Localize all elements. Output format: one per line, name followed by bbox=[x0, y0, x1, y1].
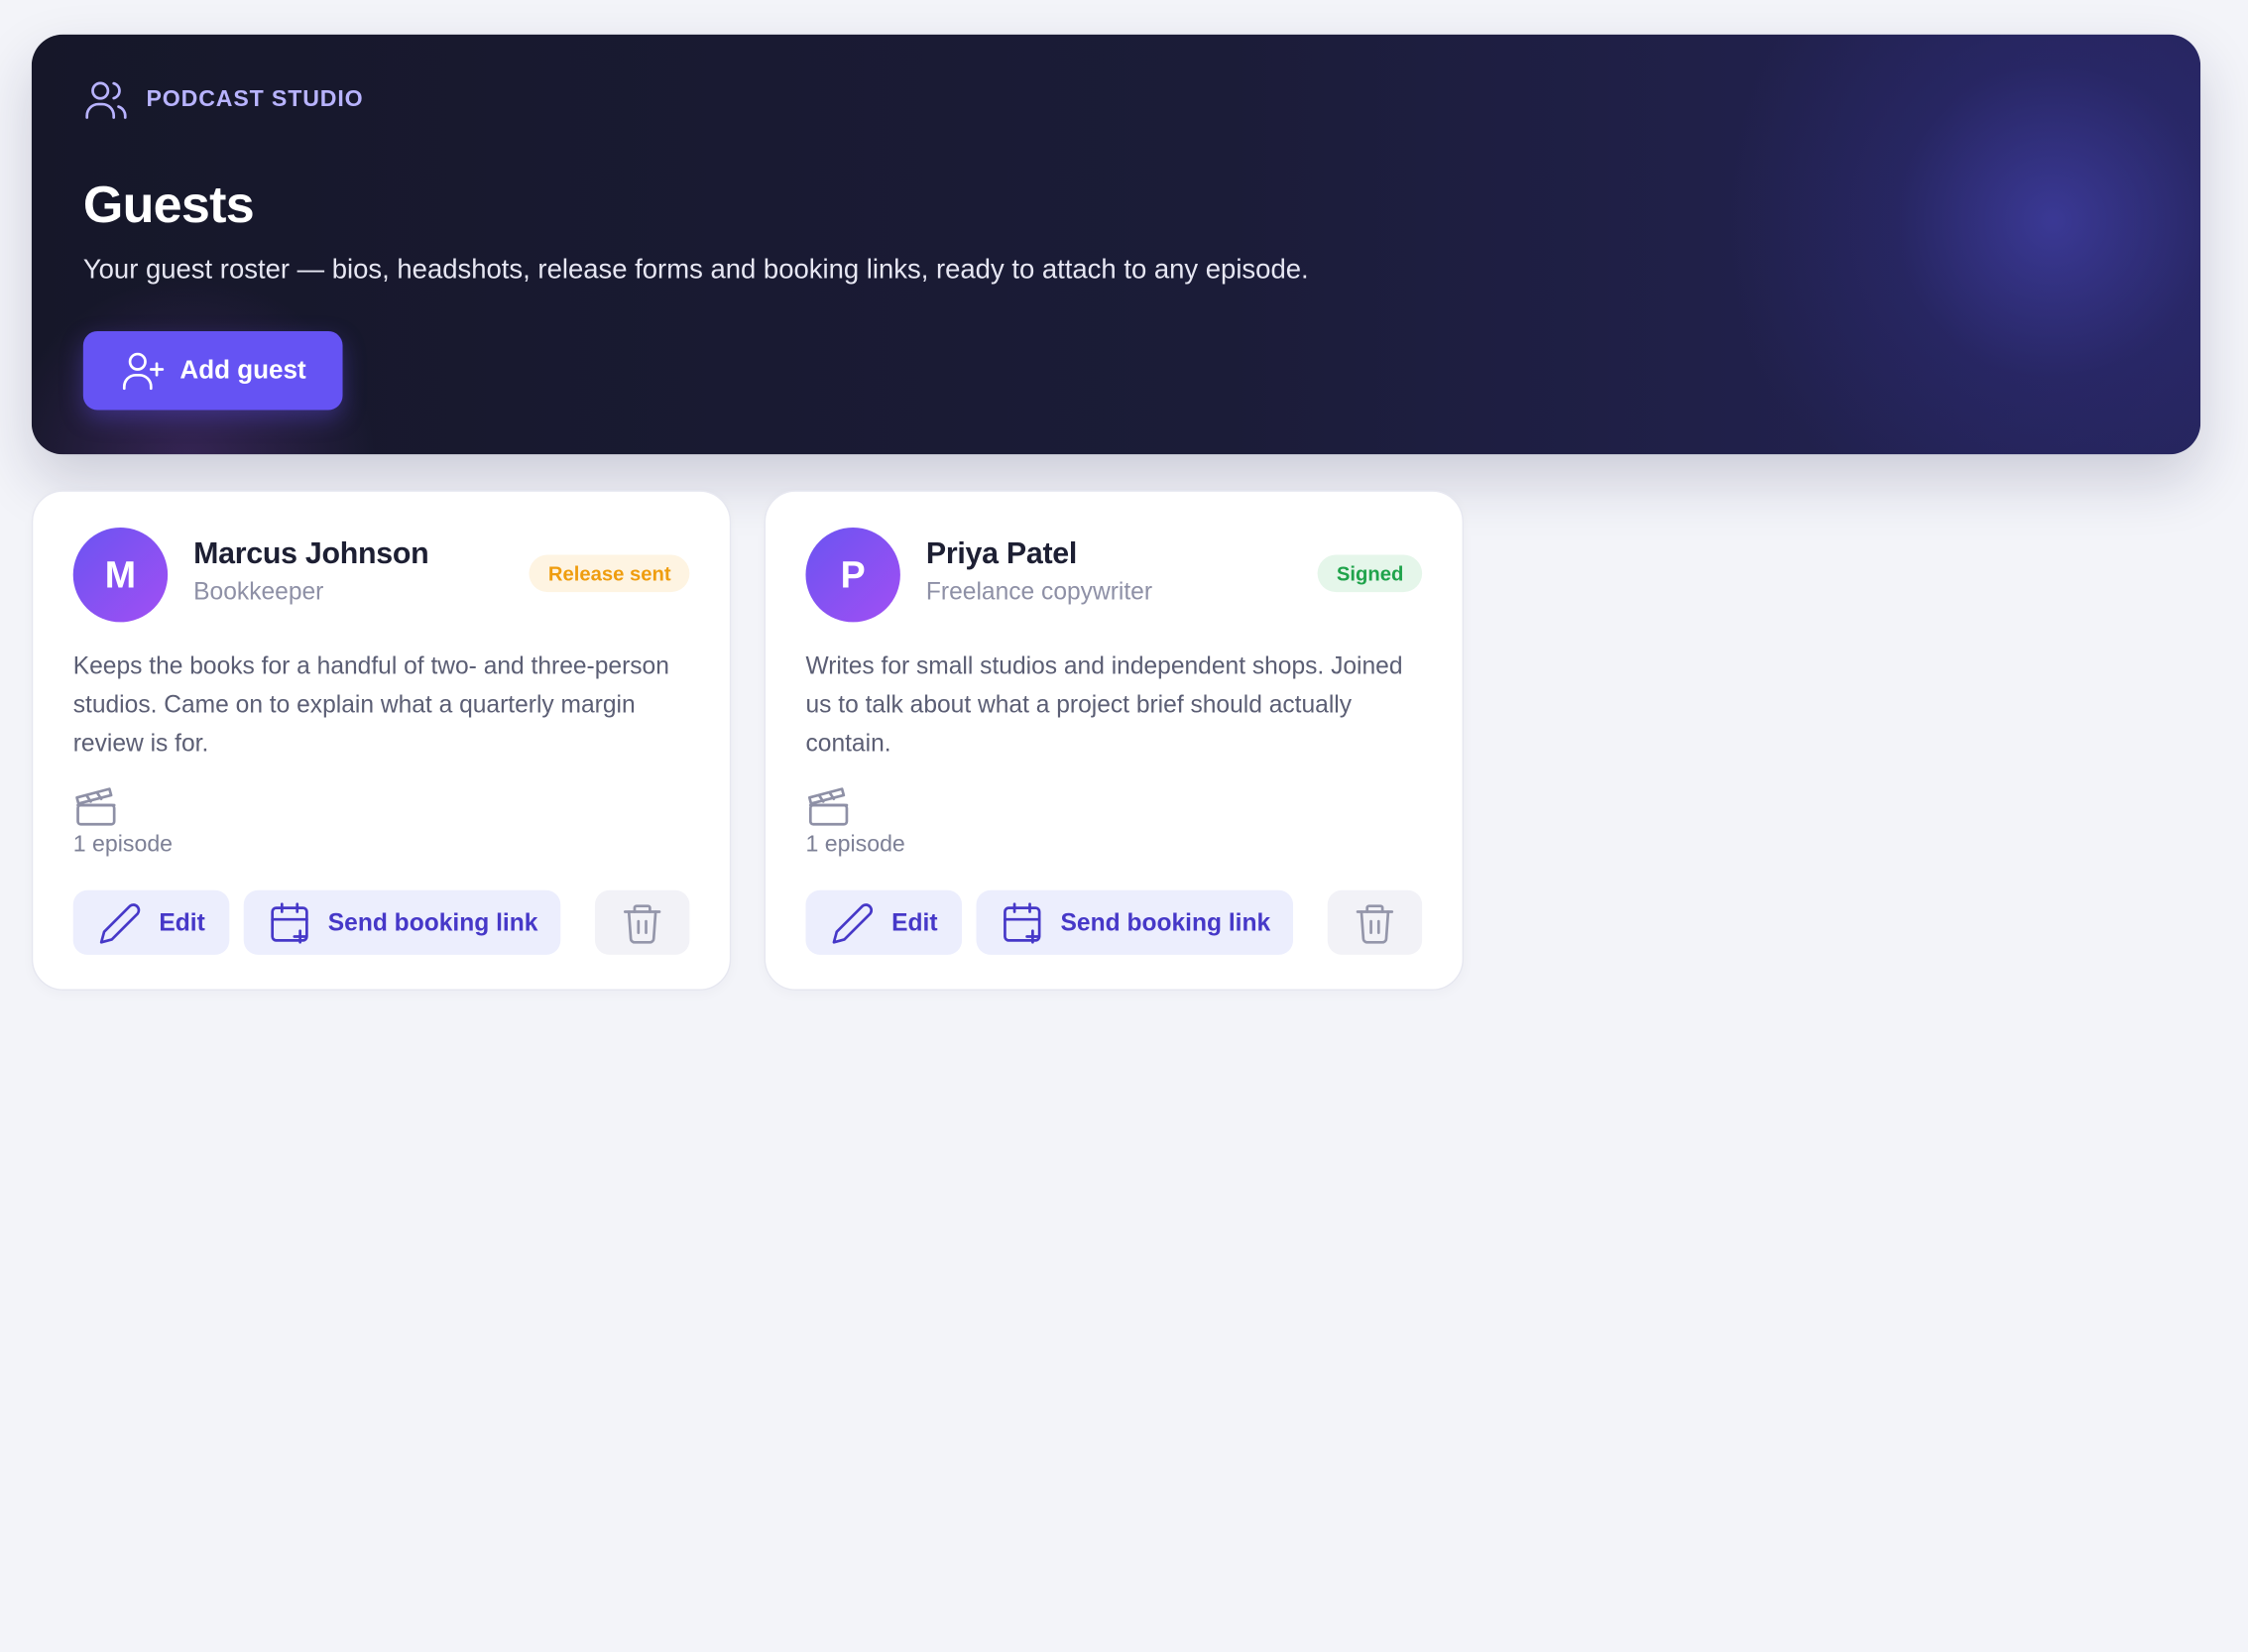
page-title: Guests bbox=[82, 175, 255, 234]
avatar: P bbox=[805, 528, 900, 623]
send-booking-link-button[interactable]: Send booking link bbox=[976, 889, 1294, 955]
edit-label: Edit bbox=[159, 907, 205, 936]
trash-icon bbox=[623, 903, 661, 943]
calendar-plus-icon bbox=[271, 901, 308, 943]
guest-card: P Priya Patel Freelance copywriter Signe… bbox=[764, 490, 1465, 991]
send-booking-link-label: Send booking link bbox=[327, 907, 538, 936]
guest-card: M Marcus Johnson Bookkeeper Release sent… bbox=[31, 490, 732, 991]
guest-name: Priya Patel bbox=[925, 537, 1078, 571]
edit-button[interactable]: Edit bbox=[805, 889, 963, 955]
episode-count: 1 episode bbox=[72, 832, 174, 858]
calendar-plus-icon bbox=[1003, 901, 1041, 943]
page-header: PODCAST STUDIO Guests Your guest roster … bbox=[31, 34, 2201, 455]
edit-label: Edit bbox=[891, 907, 938, 936]
status-badge: Release sent bbox=[530, 554, 690, 593]
studio-eyebrow: PODCAST STUDIO bbox=[83, 77, 364, 123]
guest-bio: Keeps the books for a handful of two- an… bbox=[72, 651, 669, 758]
page-subtitle: Your guest roster — bios, headshots, rel… bbox=[82, 255, 1309, 286]
clapperboard-icon bbox=[807, 787, 849, 826]
guest-name: Marcus Johnson bbox=[193, 537, 429, 571]
guest-role: Bookkeeper bbox=[193, 577, 324, 606]
delete-button[interactable] bbox=[1327, 889, 1423, 955]
status-badge: Signed bbox=[1318, 554, 1423, 593]
send-booking-link-label: Send booking link bbox=[1060, 907, 1271, 936]
user-plus-icon bbox=[122, 352, 164, 390]
add-guest-button[interactable]: Add guest bbox=[82, 330, 343, 411]
send-booking-link-button[interactable]: Send booking link bbox=[243, 889, 561, 955]
guest-role: Freelance copywriter bbox=[925, 577, 1153, 606]
guest-bio: Writes for small studios and independent… bbox=[805, 651, 1403, 758]
pencil-icon bbox=[832, 902, 873, 943]
pencil-icon bbox=[99, 902, 141, 943]
trash-icon bbox=[1356, 903, 1394, 943]
studio-name: PODCAST STUDIO bbox=[146, 87, 364, 112]
users-icon bbox=[85, 81, 127, 119]
avatar: M bbox=[72, 528, 169, 623]
edit-button[interactable]: Edit bbox=[72, 889, 230, 955]
clapperboard-icon bbox=[75, 787, 116, 826]
guests-page: PODCAST STUDIO Guests Your guest roster … bbox=[0, 0, 2248, 1651]
episode-count: 1 episode bbox=[805, 832, 905, 858]
delete-button[interactable] bbox=[594, 889, 690, 955]
add-guest-label: Add guest bbox=[179, 355, 306, 385]
